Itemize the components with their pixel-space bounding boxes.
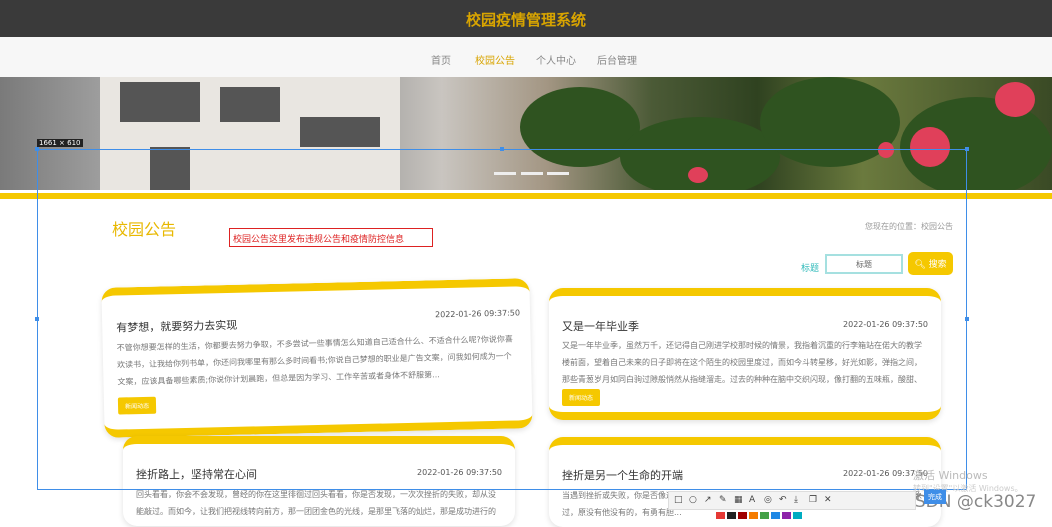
color-swatch[interactable] <box>782 512 791 519</box>
selection-size-label: 1661 × 610 <box>37 139 83 147</box>
text-icon[interactable]: A <box>749 495 755 505</box>
color-palette <box>716 512 806 519</box>
color-swatch[interactable] <box>727 512 736 519</box>
rect-icon[interactable]: □ <box>674 495 683 505</box>
nav-home[interactable]: 首页 <box>431 52 451 67</box>
selection-handle[interactable] <box>35 317 39 321</box>
copy-icon[interactable]: ❐ <box>809 495 817 505</box>
finish-button[interactable]: 完成 <box>924 490 946 504</box>
activation-watermark: 激活 Windows <box>913 469 988 482</box>
app-title: 校园疫情管理系统 <box>465 11 586 29</box>
close-icon[interactable]: ✕ <box>824 495 832 505</box>
selection-handle[interactable] <box>965 317 969 321</box>
csdn-watermark: CSDN @ck3027 <box>903 492 1037 512</box>
pen-icon[interactable]: ✎ <box>719 495 727 505</box>
screenshot-toolbar: □ ○ ↗ ✎ ▦ A ◎ ↶ ⤓ ❐ ✕ <box>668 491 916 510</box>
selection-handle[interactable] <box>500 147 504 151</box>
selection-handle[interactable] <box>35 147 39 151</box>
nav-announcements[interactable]: 校园公告 <box>475 52 515 67</box>
save-icon[interactable]: ⤓ <box>794 495 798 505</box>
top-header-bar: 校园疫情管理系统 <box>0 0 1052 37</box>
nav-profile[interactable]: 个人中心 <box>536 52 576 67</box>
color-swatch[interactable] <box>793 512 802 519</box>
main-nav: 首页 校园公告 个人中心 后台管理 <box>0 37 1052 77</box>
arrow-icon[interactable]: ↗ <box>704 495 712 505</box>
color-swatch[interactable] <box>716 512 725 519</box>
mosaic-icon[interactable]: ▦ <box>734 495 743 505</box>
pin-icon[interactable]: ◎ <box>764 495 772 505</box>
color-swatch[interactable] <box>749 512 758 519</box>
undo-icon[interactable]: ↶ <box>779 495 787 505</box>
color-swatch[interactable] <box>760 512 769 519</box>
selection-handle[interactable] <box>965 147 969 151</box>
nav-admin[interactable]: 后台管理 <box>597 52 637 67</box>
ellipse-icon[interactable]: ○ <box>689 495 697 505</box>
color-swatch[interactable] <box>771 512 780 519</box>
color-swatch[interactable] <box>738 512 747 519</box>
screenshot-selection[interactable] <box>37 149 967 490</box>
card-body: 回头看看，你会不会发现，曾经的你在这里徘徊过回头看看，你是否发现，一次次挫折的失… <box>136 490 496 516</box>
